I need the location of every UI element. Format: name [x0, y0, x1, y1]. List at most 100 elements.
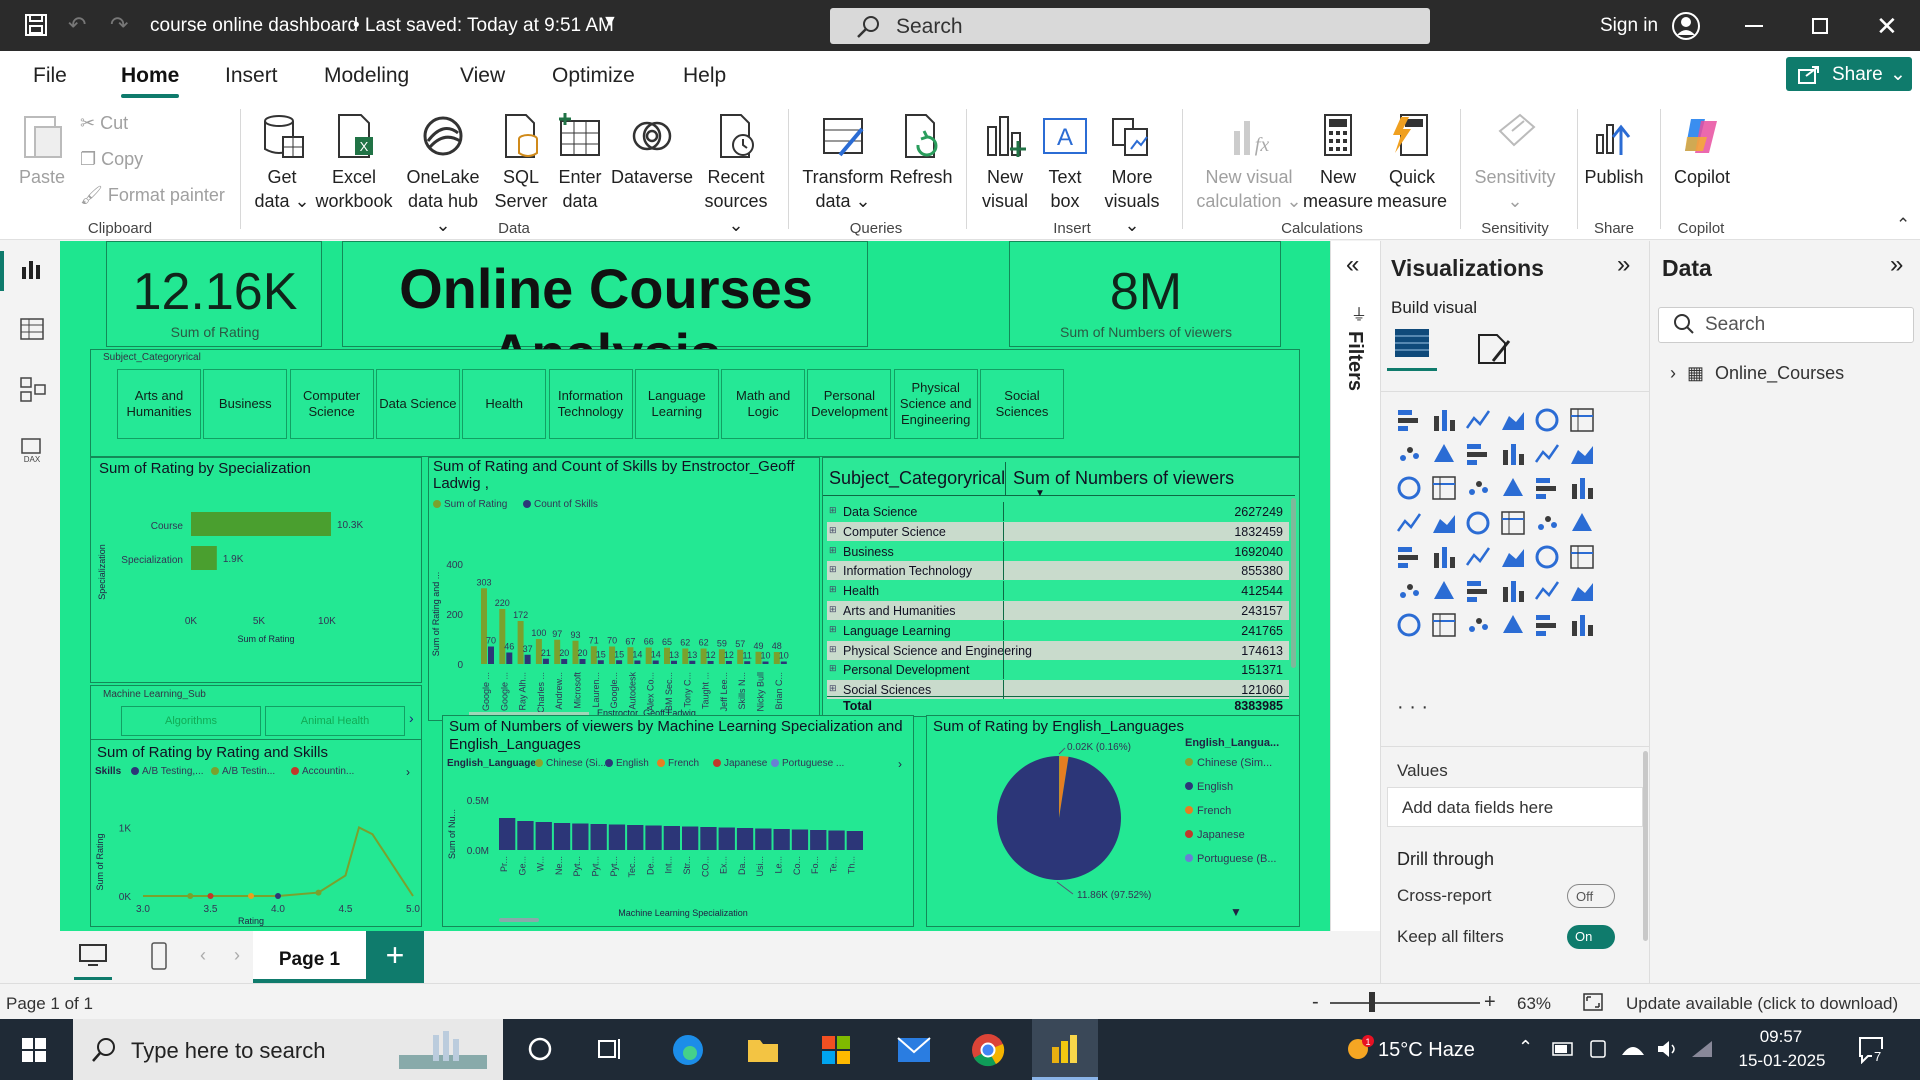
volume-icon[interactable] [1656, 1039, 1680, 1059]
pie-visual-icon[interactable] [1533, 474, 1563, 504]
publish-button[interactable]: Publish [1580, 111, 1648, 189]
sql-server-button[interactable]: SQL Server [494, 111, 548, 213]
get-data-button[interactable]: Get data ⌄ [252, 111, 312, 213]
100-area-visual-icon[interactable] [1499, 440, 1529, 470]
bar[interactable] [579, 659, 586, 664]
bar[interactable] [700, 827, 717, 850]
expand-row-icon[interactable]: ⊞ [829, 663, 837, 674]
bar[interactable] [590, 824, 607, 850]
table-row[interactable]: ⊞ Information Technology 855380 [827, 561, 1289, 581]
stacked-bar-visual-icon[interactable] [1395, 406, 1425, 436]
text-box-button[interactable]: A Text box [1038, 111, 1092, 213]
bar[interactable] [671, 660, 677, 664]
r-script-visual-icon[interactable] [1568, 543, 1598, 573]
bar[interactable] [773, 829, 790, 850]
bar[interactable] [572, 823, 589, 851]
clock-date[interactable]: 15-01-2025 [1730, 1051, 1834, 1071]
subject-slicer-item[interactable]: Computer Science [289, 369, 374, 439]
pie-slice[interactable] [997, 756, 1121, 880]
bar[interactable] [616, 660, 623, 664]
collapse-ribbon-icon[interactable]: ⌃ [1896, 215, 1910, 235]
sensitivity-button[interactable]: Sensitivity ⌄ [1470, 111, 1560, 213]
format-painter-button[interactable]: 🖌 Format painter [80, 185, 225, 206]
line-column-visual-icon[interactable] [1533, 440, 1563, 470]
task-view-icon[interactable] [598, 1037, 624, 1061]
refresh-button[interactable]: Refresh [888, 111, 954, 189]
bar[interactable] [517, 821, 534, 850]
100-bar-visual-icon[interactable] [1533, 406, 1563, 436]
bar[interactable] [663, 826, 680, 850]
expand-data-icon[interactable]: » [1890, 251, 1903, 279]
data-search-input[interactable]: Search [1658, 307, 1914, 343]
tray-chevron-icon[interactable]: ⌃ [1518, 1037, 1533, 1058]
table-row[interactable]: ⊞ Health 412544 [827, 581, 1289, 601]
bar[interactable] [762, 661, 769, 665]
paginated-visual-icon[interactable] [1395, 611, 1425, 641]
zoom-in-icon[interactable]: + [1484, 991, 1496, 1014]
expand-row-icon[interactable]: ⊞ [829, 683, 837, 694]
funnel-visual-icon[interactable] [1464, 474, 1494, 504]
table-row[interactable]: ⊞ Personal Development 151371 [827, 660, 1289, 680]
menu-view[interactable]: View [460, 64, 505, 88]
card-visual-icon[interactable] [1568, 509, 1598, 539]
network-icon[interactable] [1620, 1039, 1646, 1059]
python-visual-icon[interactable] [1395, 577, 1425, 607]
share-button[interactable]: Share ⌄ [1786, 57, 1912, 91]
filters-pane[interactable]: « ⏚ Filters [1330, 241, 1380, 931]
scatter-visual-icon[interactable] [1499, 474, 1529, 504]
filled-map-visual-icon[interactable] [1464, 509, 1494, 539]
menu-file[interactable]: File [33, 64, 67, 88]
subject-slicer-item[interactable]: Arts and Humanities [117, 369, 201, 439]
quick-measure-button[interactable]: Quick measure [1376, 111, 1448, 213]
gauge-visual-icon[interactable] [1533, 509, 1563, 539]
keep-filters-toggle[interactable]: On [1567, 925, 1615, 949]
redo-icon[interactable]: ↷ [110, 12, 128, 38]
chart-instructor[interactable]: Sum of Rating and Count of Skills by Ens… [428, 457, 820, 721]
mail-icon[interactable] [896, 1036, 932, 1064]
bar[interactable] [689, 660, 696, 664]
table-view-icon[interactable] [20, 317, 44, 341]
undo-icon[interactable]: ↶ [68, 12, 86, 38]
expand-row-icon[interactable]: ⊞ [829, 604, 837, 615]
taskbar-search[interactable]: Type here to search [73, 1019, 503, 1080]
save-icon[interactable] [24, 13, 48, 37]
area-visual-icon[interactable] [1430, 440, 1460, 470]
chart-rating-skills[interactable]: Sum of Rating by Rating and Skills Skill… [90, 739, 422, 927]
matrix-visual-icon[interactable] [1533, 543, 1563, 573]
new-measure-button[interactable]: New measure [1302, 111, 1374, 213]
decomposition-tree-visual-icon[interactable] [1464, 577, 1494, 607]
slicer-visual-icon[interactable] [1464, 543, 1494, 573]
meet-now-icon[interactable] [1588, 1039, 1608, 1059]
table-row[interactable]: ⊞ Physical Science and Engineering 174613 [827, 640, 1289, 660]
ml-slicer-item-animal-health[interactable]: Animal Health [265, 706, 405, 736]
qa-visual-icon[interactable] [1499, 577, 1529, 607]
expand-row-icon[interactable]: ⊞ [829, 644, 837, 655]
bar[interactable] [725, 661, 732, 664]
table-row[interactable]: ⊞ Computer Science 1832459 [827, 521, 1289, 541]
format-visual-tab[interactable] [1473, 329, 1513, 369]
subject-slicer-item[interactable]: Information Technology [548, 369, 633, 439]
account-icon[interactable] [1671, 11, 1701, 41]
bar[interactable] [553, 823, 571, 850]
copilot-button[interactable]: Copilot [1666, 111, 1738, 189]
weather-icon[interactable]: 1 [1344, 1033, 1374, 1063]
power-apps-visual-icon[interactable] [1499, 611, 1529, 641]
maximize-icon[interactable] [1812, 18, 1828, 34]
menu-help[interactable]: Help [683, 64, 726, 88]
table-row[interactable]: ⊞ Business 1692040 [827, 541, 1289, 561]
expand-row-icon[interactable]: ⊞ [829, 505, 837, 516]
waterfall-visual-icon[interactable] [1430, 474, 1460, 504]
legend-next-icon[interactable]: › [898, 757, 902, 771]
bar[interactable] [488, 646, 494, 665]
menu-optimize[interactable]: Optimize [552, 64, 635, 88]
bar[interactable] [634, 660, 641, 665]
col-header-subject[interactable]: Subject_Categoryrical [829, 468, 1005, 489]
bar[interactable] [542, 658, 549, 664]
edge-icon[interactable] [670, 1033, 706, 1067]
prev-page-icon[interactable]: ‹ [200, 945, 206, 966]
bar[interactable] [718, 827, 735, 851]
bar[interactable] [791, 829, 809, 851]
file-explorer-icon[interactable] [746, 1036, 780, 1064]
bar[interactable] [561, 659, 568, 664]
expand-row-icon[interactable]: ⊞ [829, 545, 837, 556]
